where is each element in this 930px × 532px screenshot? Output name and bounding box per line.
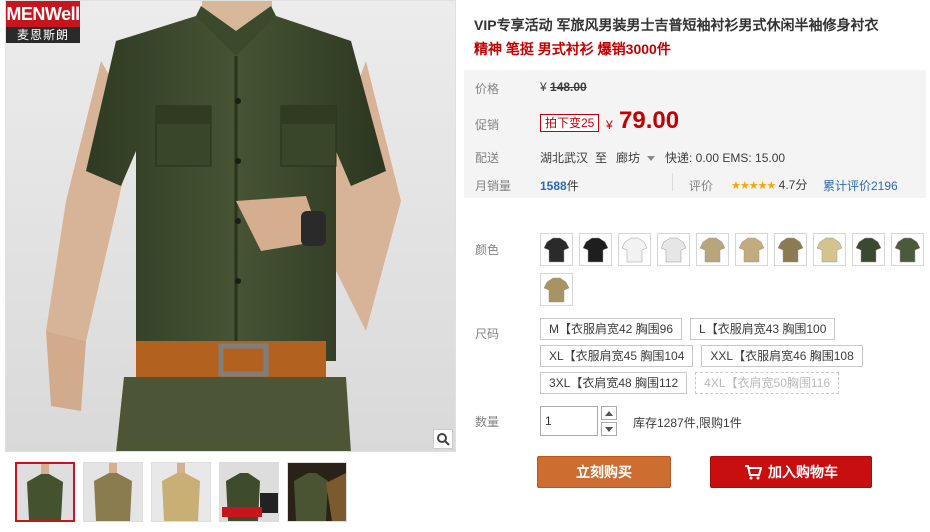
add-to-cart-label: 加入购物车 bbox=[768, 464, 838, 480]
sales-count: 1588 bbox=[540, 179, 567, 193]
size-option-xxl[interactable]: XXL【衣服肩宽46 胸围108 bbox=[701, 345, 863, 367]
monthly-sales-label: 月销量 bbox=[475, 179, 512, 193]
color-swatch-9[interactable] bbox=[852, 233, 885, 266]
promo-tag: 拍下变25 bbox=[540, 114, 600, 132]
color-swatch-7[interactable] bbox=[774, 233, 807, 266]
add-to-cart-button[interactable]: 加入购物车 bbox=[710, 456, 872, 488]
stock-info: 库存1287件,限购1件 bbox=[633, 416, 742, 430]
shipping-to-word: 至 bbox=[595, 151, 608, 165]
color-swatch-1[interactable] bbox=[540, 233, 573, 266]
shirt-icon bbox=[543, 237, 570, 263]
shirt-icon bbox=[738, 237, 765, 263]
thumbnail-strip bbox=[15, 462, 355, 522]
rating-label: 评价 bbox=[689, 179, 714, 193]
promo-price: 79.00 bbox=[619, 107, 680, 134]
size-label: 尺码 bbox=[475, 327, 500, 341]
color-swatch-11[interactable] bbox=[540, 273, 573, 306]
brand-subname: 麦恩斯朗 bbox=[6, 27, 80, 43]
chevron-down-icon bbox=[605, 426, 613, 432]
quantity-label: 数量 bbox=[475, 415, 500, 429]
shipping-label: 配送 bbox=[475, 151, 500, 165]
size-option-m[interactable]: M【衣服肩宽42 胸围96 bbox=[540, 318, 683, 340]
thumbnail-5[interactable] bbox=[287, 462, 347, 522]
color-swatch-6[interactable] bbox=[735, 233, 768, 266]
zoom-icon[interactable] bbox=[433, 429, 453, 449]
color-swatch-3[interactable] bbox=[618, 233, 651, 266]
cart-icon bbox=[745, 465, 762, 480]
product-title: VIP专享活动 军旅风男装男士吉普短袖衬衫男式休闲半袖修身衬衣 bbox=[474, 17, 879, 33]
shirt-icon bbox=[816, 237, 843, 263]
rating-stars-icon: ★★★★★ bbox=[731, 180, 776, 192]
color-swatch-2[interactable] bbox=[579, 233, 612, 266]
currency-symbol: ¥ bbox=[540, 80, 547, 94]
color-label: 颜色 bbox=[475, 243, 500, 257]
quantity-input[interactable] bbox=[540, 406, 598, 436]
shirt-icon bbox=[621, 237, 648, 263]
size-option-xl[interactable]: XL【衣服肩宽45 胸围104 bbox=[540, 345, 694, 367]
color-options bbox=[540, 233, 930, 313]
shipping-fee: 快递: 0.00 EMS: 15.00 bbox=[665, 151, 786, 165]
review-count-link[interactable]: 累计评价2196 bbox=[823, 177, 898, 194]
promo-label: 促销 bbox=[475, 118, 500, 132]
quantity-increase-button[interactable] bbox=[601, 406, 617, 420]
sales-unit: 件 bbox=[566, 179, 579, 193]
brand-name: MENWell bbox=[6, 1, 80, 27]
shipping-from: 湖北武汉 bbox=[540, 151, 589, 165]
thumbnail-4[interactable] bbox=[219, 462, 279, 522]
rating: ★★★★★ 4.7分 bbox=[731, 176, 807, 193]
shirt-icon bbox=[660, 237, 687, 263]
color-swatch-8[interactable] bbox=[813, 233, 846, 266]
buy-now-button[interactable]: 立刻购买 bbox=[537, 456, 671, 488]
shirt-icon bbox=[894, 237, 921, 263]
monthly-sales: 1588件 bbox=[540, 177, 579, 194]
shirt-icon bbox=[543, 277, 570, 303]
thumbnail-2[interactable] bbox=[83, 462, 143, 522]
color-swatch-5[interactable] bbox=[696, 233, 729, 266]
product-subtitle: 精神 笔挺 男式衬衫 爆销3000件 bbox=[474, 41, 671, 57]
shirt-icon bbox=[699, 237, 726, 263]
thumbnail-1[interactable] bbox=[15, 462, 75, 522]
brand-logo: MENWell 麦恩斯朗 bbox=[6, 1, 80, 43]
color-swatch-10[interactable] bbox=[891, 233, 924, 266]
divider bbox=[672, 173, 673, 191]
thumbnail-3[interactable] bbox=[151, 462, 211, 522]
product-photo bbox=[6, 1, 455, 451]
rating-score: 4.7分 bbox=[778, 178, 808, 192]
size-option-4xl: 4XL【衣肩宽50胸围116 bbox=[695, 372, 840, 394]
quantity-decrease-button[interactable] bbox=[601, 422, 617, 436]
size-option-3xl[interactable]: 3XL【衣肩宽48 胸围112 bbox=[540, 372, 688, 394]
chevron-down-icon bbox=[647, 156, 656, 162]
main-product-image[interactable]: MENWell 麦恩斯朗 bbox=[5, 0, 456, 452]
original-price: ¥ 148.00 bbox=[540, 80, 587, 94]
size-options: M【衣服肩宽42 胸围96 L【衣服肩宽43 胸围100 XL【衣服肩宽45 胸… bbox=[540, 318, 863, 399]
original-price-value: 148.00 bbox=[550, 80, 587, 94]
size-option-l[interactable]: L【衣服肩宽43 胸围100 bbox=[690, 318, 836, 340]
shipping-destination[interactable]: 廊坊 bbox=[616, 149, 656, 166]
shirt-icon bbox=[777, 237, 804, 263]
price-label: 价格 bbox=[475, 82, 500, 96]
shirt-icon bbox=[855, 237, 882, 263]
promo-currency-symbol: ¥ bbox=[606, 118, 613, 132]
shipping-to: 廊坊 bbox=[616, 151, 641, 165]
shirt-icon bbox=[582, 237, 609, 263]
color-swatch-4[interactable] bbox=[657, 233, 690, 266]
chevron-up-icon bbox=[605, 410, 613, 416]
